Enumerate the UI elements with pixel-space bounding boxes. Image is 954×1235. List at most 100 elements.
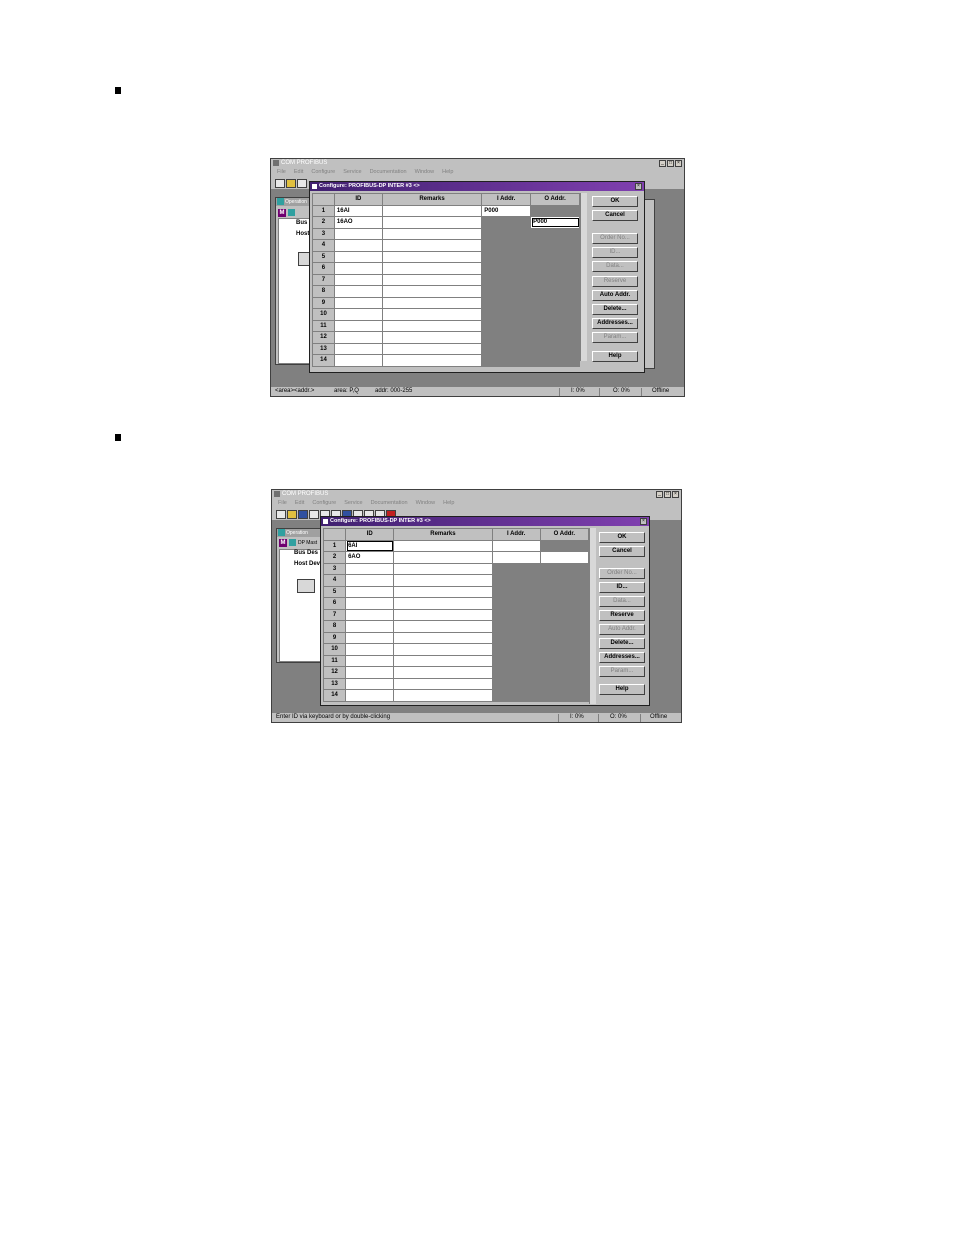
cell-o-addr[interactable] [530, 204, 580, 217]
table-row[interactable]: 2 6AO [322, 551, 590, 564]
cell-i-addr[interactable] [491, 539, 541, 552]
cell-remarks[interactable] [393, 562, 493, 575]
menu-service[interactable]: Service [344, 499, 362, 508]
order-no-button[interactable]: Order No... [592, 233, 638, 244]
cell-i-addr[interactable] [481, 354, 532, 367]
table-row[interactable]: 2 16AO P000 [312, 216, 580, 229]
cell-i-addr[interactable] [481, 285, 532, 298]
cell-i-addr[interactable] [481, 319, 532, 332]
cell-o-addr[interactable] [530, 262, 580, 275]
open-folder-icon[interactable] [287, 510, 297, 519]
table-row[interactable]: 5 [322, 585, 590, 598]
table-row[interactable]: 5 [312, 250, 580, 263]
table-row[interactable]: 7 [322, 608, 590, 621]
maximize-icon[interactable]: □ [667, 160, 674, 167]
cell-i-addr[interactable] [481, 308, 532, 321]
cell-id[interactable]: 6AO [345, 551, 395, 564]
cell-o-addr[interactable] [530, 250, 580, 263]
cell-o-addr[interactable] [539, 585, 590, 598]
minimize-icon[interactable]: _ [659, 160, 666, 167]
table-scrollbar[interactable] [589, 528, 596, 704]
table-row[interactable]: 6 [312, 262, 580, 275]
cell-id[interactable] [333, 285, 383, 298]
cell-o-addr[interactable] [539, 597, 590, 610]
cell-remarks[interactable] [381, 331, 483, 344]
cell-id[interactable] [333, 273, 383, 286]
cell-i-addr[interactable] [481, 227, 532, 240]
cell-i-addr[interactable] [491, 608, 541, 621]
menu-help[interactable]: Help [442, 168, 453, 177]
dialog-close-icon[interactable]: × [635, 183, 642, 190]
cell-remarks[interactable] [393, 608, 493, 621]
cell-o-addr[interactable] [539, 643, 590, 656]
cell-o-addr[interactable] [530, 319, 580, 332]
cell-remarks[interactable] [393, 654, 493, 667]
cell-id[interactable] [333, 262, 383, 275]
save-icon[interactable] [298, 510, 308, 519]
data-button[interactable]: Data... [599, 596, 645, 607]
cell-id[interactable] [333, 296, 383, 309]
table-row[interactable]: 3 [322, 562, 590, 575]
cell-id[interactable] [333, 354, 383, 367]
cancel-button[interactable]: Cancel [599, 546, 645, 557]
cell-o-addr[interactable] [530, 296, 580, 309]
cell-o-addr[interactable] [530, 273, 580, 286]
addresses-button[interactable]: Addresses... [599, 652, 645, 663]
param-button[interactable]: Param... [599, 666, 645, 677]
table-row[interactable]: 1 16AI P000 [312, 204, 580, 217]
cell-o-addr[interactable] [530, 227, 580, 240]
cancel-button[interactable]: Cancel [592, 210, 638, 221]
cell-i-addr[interactable] [481, 239, 532, 252]
cell-i-addr[interactable] [481, 262, 532, 275]
menu-configure[interactable]: Configure [312, 499, 336, 508]
menu-file[interactable]: File [278, 499, 287, 508]
menu-configure[interactable]: Configure [311, 168, 335, 177]
cell-i-addr[interactable] [491, 689, 541, 702]
menu-documentation[interactable]: Documentation [370, 168, 407, 177]
cell-o-addr[interactable] [539, 551, 590, 564]
cell-id[interactable] [345, 654, 395, 667]
close-icon[interactable]: × [672, 491, 679, 498]
cell-remarks[interactable] [381, 227, 483, 240]
cell-o-addr[interactable] [539, 608, 590, 621]
cell-i-addr[interactable] [481, 331, 532, 344]
cell-remarks[interactable] [381, 308, 483, 321]
table-row[interactable]: 4 [312, 239, 580, 252]
menu-file[interactable]: File [277, 168, 286, 177]
menu-service[interactable]: Service [343, 168, 361, 177]
table-row[interactable]: 8 [312, 285, 580, 298]
cell-remarks[interactable] [393, 643, 493, 656]
cell-id[interactable] [333, 319, 383, 332]
cell-id[interactable] [345, 643, 395, 656]
table-scrollbar[interactable] [580, 193, 587, 361]
cell-o-addr[interactable] [530, 239, 580, 252]
cell-id[interactable]: 6AI [345, 539, 395, 552]
cell-remarks[interactable] [381, 204, 483, 217]
reserve-button[interactable]: Reserve [592, 276, 638, 287]
cell-i-addr[interactable] [481, 250, 532, 263]
cell-o-addr[interactable] [530, 308, 580, 321]
cell-remarks[interactable] [393, 585, 493, 598]
cell-remarks[interactable] [393, 689, 493, 702]
id-button[interactable]: ID... [592, 247, 638, 258]
cell-remarks[interactable] [381, 342, 483, 355]
cell-remarks[interactable] [381, 250, 483, 263]
cell-remarks[interactable] [393, 666, 493, 679]
table-row[interactable]: 11 [322, 654, 590, 667]
cell-i-addr[interactable] [491, 597, 541, 610]
cell-id[interactable] [345, 585, 395, 598]
menu-edit[interactable]: Edit [295, 499, 304, 508]
cell-id[interactable] [345, 562, 395, 575]
ok-button[interactable]: OK [599, 532, 645, 543]
table-row[interactable]: 11 [312, 319, 580, 332]
cell-id[interactable] [333, 250, 383, 263]
table-row[interactable]: 7 [312, 273, 580, 286]
table-row[interactable]: 9 [312, 296, 580, 309]
cell-remarks[interactable] [381, 239, 483, 252]
table-row[interactable]: 6 [322, 597, 590, 610]
order-no-button[interactable]: Order No... [599, 568, 645, 579]
cell-id[interactable] [333, 342, 383, 355]
cell-i-addr[interactable] [491, 643, 541, 656]
cell-o-addr[interactable]: P000 [530, 216, 580, 229]
table-row[interactable]: 14 [312, 354, 580, 367]
